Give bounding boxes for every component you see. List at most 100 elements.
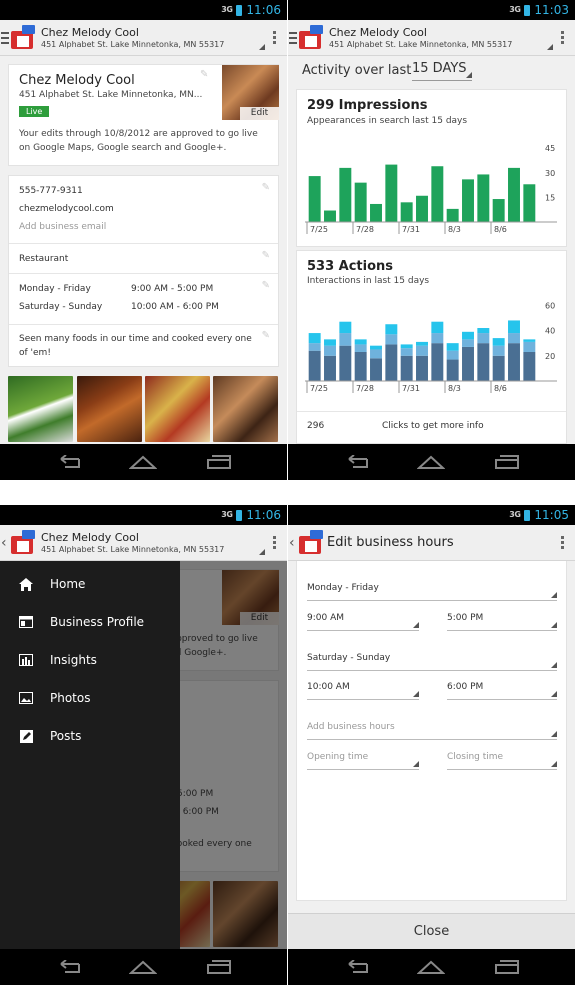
- chart-bar-segment: [462, 339, 474, 347]
- chart-bar-segment: [508, 333, 520, 344]
- dropdown-icon: [551, 622, 557, 628]
- photo-thumbnail[interactable]: [213, 376, 278, 442]
- drawer-item-insights[interactable]: Insights: [18, 653, 97, 667]
- days-spinner-1[interactable]: Monday - Friday: [307, 583, 557, 601]
- chart-bar-segment: [492, 345, 505, 356]
- back-icon[interactable]: [341, 960, 371, 974]
- status-bar: 3G 11:03: [288, 0, 575, 20]
- category[interactable]: Restaurant: [19, 252, 68, 266]
- drawer-indicator-icon[interactable]: [289, 31, 297, 44]
- chart-bar-segment: [446, 350, 459, 360]
- chart-bar: [400, 202, 413, 222]
- app-icon[interactable]: [299, 529, 323, 556]
- chart-bar-segment: [523, 351, 536, 381]
- edit-category-icon[interactable]: ✎: [262, 250, 270, 261]
- overflow-menu-icon[interactable]: [267, 536, 281, 549]
- up-navigation-icon[interactable]: ‹: [289, 535, 297, 551]
- photo-thumbnail[interactable]: [77, 376, 142, 442]
- drawer-item-photos[interactable]: Photos: [18, 691, 90, 705]
- drawer-item-home[interactable]: Home: [18, 577, 85, 591]
- overflow-menu-icon[interactable]: [555, 31, 569, 44]
- drawer-scrim[interactable]: [180, 561, 287, 949]
- chart-bar-segment: [324, 339, 336, 346]
- chart-bar-segment: [508, 343, 520, 381]
- edit-pencil-icon[interactable]: ✎: [200, 69, 208, 80]
- impressions-chart: 45 30 15 7/25 7/28 7/31 8/3 8/6: [305, 144, 557, 234]
- back-icon[interactable]: [341, 455, 371, 469]
- recents-icon[interactable]: [204, 455, 234, 469]
- drawer-indicator-icon[interactable]: [1, 31, 9, 44]
- photo-thumbnail[interactable]: [145, 376, 210, 442]
- add-hours-spinner[interactable]: Add business hours: [307, 722, 557, 740]
- back-icon[interactable]: [53, 960, 83, 974]
- recents-icon[interactable]: [492, 960, 522, 974]
- close-time-value: 6:00 PM: [447, 682, 484, 692]
- impressions-card: 299 Impressions Appearances in search la…: [296, 89, 567, 247]
- status-time: 11:06: [246, 508, 281, 522]
- profile-address: 451 Alphabet St. Lake Minnetonka, MN...: [19, 90, 203, 100]
- x-tick-label: 7/31: [402, 384, 420, 393]
- divider: [9, 273, 278, 274]
- profile-header-card: Chez Melody Cool 451 Alphabet St. Lake M…: [8, 64, 279, 166]
- chart-bar: [416, 195, 428, 222]
- phone-number[interactable]: 555-777-9311: [19, 184, 83, 198]
- edit-hours-icon[interactable]: ✎: [262, 280, 270, 291]
- photo-thumbnail[interactable]: [8, 376, 73, 442]
- close-time-spinner-2[interactable]: 6:00 PM: [447, 682, 557, 700]
- action-bar: ‹ Chez Melody Cool 451 Alphabet St. Lake…: [0, 525, 287, 561]
- home-nav-icon[interactable]: [416, 960, 446, 974]
- chart-bar-segment: [416, 341, 428, 346]
- chart-bar: [354, 182, 367, 222]
- closing-time-spinner[interactable]: Closing time: [447, 752, 557, 770]
- chart-bar: [462, 179, 474, 222]
- open-time-spinner-2[interactable]: 10:00 AM: [307, 682, 419, 700]
- status-time: 11:05: [534, 508, 569, 522]
- chart-bar-segment: [446, 359, 459, 381]
- home-icon: [18, 577, 34, 591]
- chart-bar: [477, 174, 490, 222]
- email-placeholder[interactable]: Add business email: [19, 220, 106, 234]
- drawer-item-label: Insights: [50, 653, 97, 667]
- business-selector[interactable]: Chez Melody Cool 451 Alphabet St. Lake M…: [41, 26, 267, 50]
- drawer-back-icon[interactable]: ‹: [1, 535, 9, 551]
- edit-photo-button[interactable]: Edit: [240, 107, 279, 120]
- overflow-menu-icon[interactable]: [555, 536, 569, 549]
- signal-icon: 3G: [221, 5, 233, 14]
- recents-icon[interactable]: [204, 960, 234, 974]
- drawer-item-posts[interactable]: Posts: [18, 729, 81, 743]
- overflow-menu-icon[interactable]: [267, 31, 281, 44]
- hours-days-1: Monday - Friday: [19, 284, 91, 294]
- website[interactable]: chezmelodycool.com: [19, 202, 114, 216]
- close-time-spinner-1[interactable]: 5:00 PM: [447, 613, 557, 631]
- chart-bar-segment: [400, 355, 413, 381]
- battery-icon: [236, 509, 243, 521]
- back-icon[interactable]: [53, 455, 83, 469]
- business-selector[interactable]: Chez Melody Cool 451 Alphabet St. Lake M…: [41, 531, 267, 555]
- period-spinner[interactable]: 15 DAYS: [412, 61, 472, 81]
- days-spinner-2[interactable]: Saturday - Sunday: [307, 653, 557, 671]
- profile-name: Chez Melody Cool: [19, 73, 135, 88]
- business-selector[interactable]: Chez Melody Cool 451 Alphabet St. Lake M…: [329, 26, 555, 50]
- screen-insights: 3G 11:03 Chez Melody Cool 451 Alphabet S…: [288, 0, 575, 480]
- home-nav-icon[interactable]: [416, 455, 446, 469]
- days-value: Monday - Friday: [307, 583, 379, 593]
- signal-icon: 3G: [221, 510, 233, 519]
- opening-time-placeholder: Opening time: [307, 752, 369, 762]
- app-icon[interactable]: [299, 24, 323, 51]
- opening-time-spinner[interactable]: Opening time: [307, 752, 419, 770]
- close-button[interactable]: Close: [288, 913, 575, 949]
- edit-description-icon[interactable]: ✎: [262, 330, 270, 341]
- home-nav-icon[interactable]: [128, 960, 158, 974]
- chart-bar-segment: [385, 344, 398, 381]
- x-tick-label: 8/3: [448, 225, 461, 234]
- open-time-spinner-1[interactable]: 9:00 AM: [307, 613, 419, 631]
- app-icon[interactable]: [11, 24, 35, 51]
- edit-contact-icon[interactable]: ✎: [262, 182, 270, 193]
- dropdown-icon: [466, 72, 472, 78]
- drawer-item-business-profile[interactable]: Business Profile: [18, 615, 144, 629]
- chart-bar-segment: [400, 348, 413, 356]
- app-icon[interactable]: [11, 529, 35, 556]
- screen-edit-hours: 3G 11:05 ‹ Edit business hours Monday - …: [288, 505, 575, 985]
- recents-icon[interactable]: [492, 455, 522, 469]
- home-nav-icon[interactable]: [128, 455, 158, 469]
